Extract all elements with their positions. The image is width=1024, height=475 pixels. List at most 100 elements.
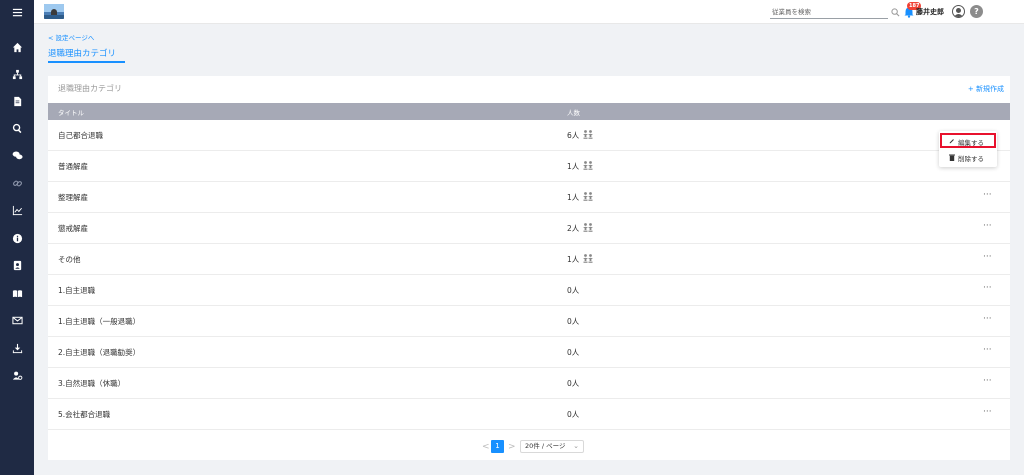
edit-label: 編集する — [958, 139, 984, 147]
row-count: 0人 — [567, 286, 580, 295]
employee-search-input[interactable] — [770, 6, 888, 19]
row-title: 1.自主退職（一般退職） — [58, 317, 141, 326]
trash-icon — [949, 154, 955, 161]
more-actions-icon[interactable]: ··· — [983, 407, 992, 417]
people-icon[interactable] — [582, 160, 594, 170]
link-icon — [12, 180, 22, 186]
chevron-down-icon: ⌄ — [573, 442, 579, 450]
table-row[interactable]: 自己都合退職 6人 — [48, 120, 1010, 151]
people-icon[interactable] — [582, 129, 594, 139]
sidebar — [0, 0, 34, 475]
info-icon — [12, 233, 22, 243]
row-count: 2人 — [567, 224, 580, 233]
row-title: 2.自主退職（退職勧奨） — [58, 348, 141, 357]
sidebar-item-reports[interactable] — [0, 198, 34, 222]
document-icon — [13, 96, 21, 106]
page-number-current[interactable]: 1 — [491, 440, 504, 453]
column-header-count: 人数 — [567, 109, 580, 117]
hamburger-icon — [12, 8, 22, 16]
table-row[interactable]: 整理解雇 1人 ··· — [48, 182, 1010, 213]
book-icon — [12, 289, 22, 297]
sidebar-item-search[interactable] — [0, 116, 34, 140]
row-title: 自己都合退職 — [58, 131, 103, 140]
row-title: 懲戒解雇 — [58, 224, 88, 233]
more-actions-icon[interactable]: ··· — [983, 345, 992, 355]
row-count: 0人 — [567, 410, 580, 419]
table-row[interactable]: 1.自主退職（一般退職） 0人 ··· — [48, 306, 1010, 337]
sidebar-item-manual[interactable] — [0, 281, 34, 305]
row-count: 1人 — [567, 193, 580, 202]
row-count: 0人 — [567, 379, 580, 388]
card-title: 退職理由カテゴリ — [58, 84, 122, 93]
next-page-button[interactable]: > — [508, 442, 516, 452]
username[interactable]: 藤井史郎 — [916, 7, 944, 17]
people-icon[interactable] — [582, 222, 594, 232]
more-actions-icon[interactable]: ··· — [983, 314, 992, 324]
edit-menu-item[interactable]: 編集する — [940, 133, 996, 148]
breadcrumb-back-link[interactable]: < 設定ページへ — [48, 32, 94, 42]
row-count: 0人 — [567, 348, 580, 357]
people-icon[interactable] — [582, 191, 594, 201]
search-icon — [12, 123, 21, 133]
row-count: 0人 — [567, 317, 580, 326]
sidebar-item-info[interactable] — [0, 226, 34, 250]
help-icon[interactable]: ? — [970, 5, 983, 18]
sidebar-item-organization[interactable] — [0, 62, 34, 86]
sidebar-item-home[interactable] — [0, 35, 34, 59]
row-count: 6人 — [567, 131, 580, 140]
home-icon — [12, 42, 22, 52]
org-chart-icon — [12, 69, 22, 79]
search-icon[interactable] — [891, 8, 900, 17]
row-title: 1.自主退職 — [58, 286, 96, 295]
table-row[interactable]: その他 1人 ··· — [48, 244, 1010, 275]
row-title: 3.自然退職（休職） — [58, 379, 126, 388]
avatar[interactable] — [952, 5, 965, 18]
sidebar-item-chat[interactable] — [0, 143, 34, 167]
more-actions-icon[interactable]: ··· — [983, 221, 992, 231]
new-category-button[interactable]: + 新規作成 — [968, 84, 1004, 94]
download-icon — [12, 343, 22, 353]
more-actions-icon[interactable]: ··· — [983, 190, 992, 200]
row-title: 普通解雇 — [58, 162, 88, 171]
page-size-select[interactable]: 20件 / ページ ⌄ — [520, 440, 584, 453]
column-header-title: タイトル — [58, 109, 84, 117]
delete-menu-item[interactable]: 削除する — [940, 151, 996, 165]
sidebar-item-mail[interactable] — [0, 308, 34, 332]
table-row[interactable]: 懲戒解雇 2人 ··· — [48, 213, 1010, 244]
contact-card-icon — [13, 260, 21, 270]
people-icon[interactable] — [582, 253, 594, 263]
row-action-menu: 編集する 削除する — [939, 131, 997, 167]
user-settings-icon — [12, 371, 22, 380]
delete-label: 削除する — [958, 155, 984, 163]
chart-icon — [12, 205, 22, 215]
company-logo[interactable] — [44, 4, 64, 19]
pencil-icon — [949, 139, 954, 144]
table-row[interactable]: 5.会社都合退職 0人 ··· — [48, 399, 1010, 430]
more-actions-icon[interactable]: ··· — [983, 376, 992, 386]
row-title: 整理解雇 — [58, 193, 88, 202]
category-card: 退職理由カテゴリ + 新規作成 タイトル 人数 自己都合退職 6人普通解雇 1人 ··… — [48, 76, 1010, 460]
row-count: 1人 — [567, 255, 580, 264]
table-row[interactable]: 普通解雇1人··· — [48, 151, 1010, 182]
row-title: その他 — [58, 255, 81, 264]
sidebar-item-download[interactable] — [0, 336, 34, 360]
sidebar-item-contacts[interactable] — [0, 253, 34, 277]
page-size-value: 20件 / ページ — [525, 442, 566, 450]
menu-toggle-button[interactable] — [0, 0, 34, 24]
chat-icon — [12, 151, 23, 159]
more-actions-icon[interactable]: ··· — [983, 283, 992, 293]
mail-icon — [11, 316, 23, 324]
table-row[interactable]: 1.自主退職 0人 ··· — [48, 275, 1010, 306]
more-actions-icon[interactable]: ··· — [983, 252, 992, 262]
prev-page-button[interactable]: < — [482, 442, 490, 452]
title-underline — [48, 61, 125, 63]
sidebar-item-links[interactable] — [0, 171, 34, 195]
row-title: 5.会社都合退職 — [58, 410, 111, 419]
table-header: タイトル 人数 — [48, 103, 1010, 120]
page-title: 退職理由カテゴリ — [48, 49, 117, 59]
sidebar-item-documents[interactable] — [0, 89, 34, 113]
table-row[interactable]: 2.自主退職（退職勧奨） 0人 ··· — [48, 337, 1010, 368]
table-row[interactable]: 3.自然退職（休職） 0人 ··· — [48, 368, 1010, 399]
row-count: 1人 — [567, 162, 580, 171]
sidebar-item-user-settings[interactable] — [0, 363, 34, 387]
